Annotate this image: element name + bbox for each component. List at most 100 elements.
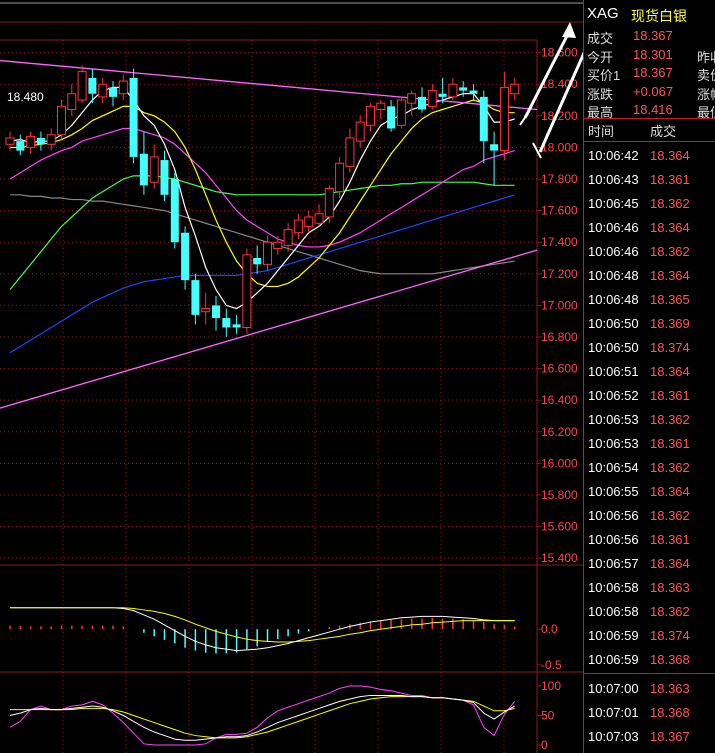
tick-price: 18.374 — [650, 340, 690, 355]
tick-row[interactable]: 10:06:48 18.364 — [584, 268, 715, 292]
tick-time-header: 时间 — [588, 124, 615, 139]
axis-tick-label: 16.200 — [541, 425, 578, 439]
tick-row[interactable]: 10:06:57 18.364 — [584, 556, 715, 580]
axis-tick-label: 17.400 — [541, 235, 578, 249]
quote-row: 买价1 18.367 卖价 — [584, 65, 715, 83]
tick-time: 10:06:50 — [588, 340, 639, 355]
quote-label: 今开 — [587, 49, 614, 65]
symbol-name[interactable]: 现货白银 — [631, 6, 687, 26]
candle-body-down — [109, 87, 117, 97]
candle-body-up — [366, 105, 375, 126]
candle-body-down — [36, 137, 45, 145]
axis-tick-label: 18.000 — [541, 140, 578, 154]
tick-row[interactable]: 10:06:46 18.364 — [584, 220, 715, 244]
candle-body-down — [212, 305, 220, 319]
candle-body-up — [396, 99, 406, 126]
tick-row[interactable]: 10:06:58 18.362 — [584, 604, 715, 628]
macd-dea-line — [10, 607, 515, 643]
price-marker-label: 18.480 — [7, 90, 44, 104]
candle-body-up — [510, 83, 520, 95]
ma5-line — [9, 86, 515, 310]
quote-extra-label: 昨收 — [697, 49, 715, 65]
candle-body-up — [448, 83, 458, 98]
candle-body-up — [376, 102, 386, 111]
macd-axis-label: 0.0 — [541, 622, 558, 636]
candle-body-up — [26, 135, 36, 148]
quote-label: 成交 — [587, 31, 614, 46]
tick-row[interactable]: 10:06:55 18.364 — [584, 484, 715, 508]
tick-price: 18.361 — [650, 436, 690, 451]
symbol-code[interactable]: XAG — [587, 5, 619, 22]
tick-row[interactable]: 10:07:01 18.368 — [584, 705, 715, 729]
kdj-axis-label: 0 — [541, 738, 548, 752]
arrow-up-icon — [562, 22, 576, 38]
candle-body-down — [232, 324, 241, 328]
tick-price: 18.361 — [650, 388, 690, 403]
candle-body-up — [67, 93, 77, 111]
chart-grid — [0, 40, 537, 753]
tick-price: 18.363 — [650, 681, 690, 696]
tick-price: 18.363 — [650, 580, 690, 595]
tick-row[interactable]: 10:06:51 18.364 — [584, 364, 715, 388]
tick-row[interactable]: 10:07:03 18.367 — [584, 729, 715, 753]
candle-body-up — [57, 105, 66, 136]
ma60-line — [9, 194, 515, 354]
candle-body-down — [490, 144, 499, 151]
macd-panel: 0.0 -0.5 — [9, 607, 562, 672]
tick-row[interactable]: 10:06:59 18.374 — [584, 628, 715, 652]
candle-body-down — [469, 90, 478, 94]
tick-row[interactable]: 10:06:50 18.374 — [584, 340, 715, 364]
tick-row[interactable]: 10:06:48 18.365 — [584, 292, 715, 316]
tick-row[interactable]: 10:06:53 18.362 — [584, 412, 715, 436]
tick-row[interactable]: 10:06:56 18.362 — [584, 508, 715, 532]
tick-row[interactable]: 10:06:45 18.362 — [584, 196, 715, 220]
tick-price-header: 成交 — [650, 124, 677, 139]
tick-row[interactable]: 10:06:58 18.363 — [584, 580, 715, 604]
tick-price: 18.364 — [650, 556, 690, 571]
candle-body-down — [459, 87, 468, 91]
tick-row[interactable]: 10:06:50 18.369 — [584, 316, 715, 340]
candle-body-down — [129, 77, 138, 157]
tick-row[interactable]: 10:06:52 18.361 — [584, 388, 715, 412]
quote-label: 买价1 — [587, 68, 621, 83]
candle-body-up — [345, 137, 355, 167]
axis-tick-label: 17.200 — [541, 267, 578, 281]
tick-price: 18.362 — [650, 196, 690, 211]
tick-price: 18.361 — [650, 532, 690, 547]
tick-time: 10:06:59 — [588, 628, 639, 643]
tick-price: 18.374 — [650, 628, 690, 643]
tick-row[interactable]: 10:06:54 18.362 — [584, 460, 715, 484]
tick-time: 10:06:53 — [588, 412, 639, 427]
tick-row[interactable]: 10:06:46 18.362 — [584, 244, 715, 268]
tick-time: 10:06:46 — [588, 244, 639, 259]
tick-time: 10:06:43 — [588, 172, 639, 187]
candle-body-down — [418, 96, 426, 110]
kdj-j-line — [9, 685, 516, 746]
candlesticks — [5, 65, 520, 337]
tick-row[interactable]: 10:06:53 18.361 — [584, 436, 715, 460]
trend-lines — [0, 59, 538, 409]
candle-body-down — [191, 280, 200, 315]
ma120-line — [10, 194, 515, 275]
candle-body-up — [304, 216, 314, 227]
candle-body-up — [283, 229, 293, 246]
quote-row: 成交 18.367 — [584, 28, 715, 46]
tick-time: 10:06:45 — [588, 196, 639, 211]
tick-row[interactable]: 10:07:00 18.363 — [584, 681, 715, 705]
quote-value: 18.367 — [633, 65, 673, 80]
tick-row[interactable]: 10:06:56 18.361 — [584, 532, 715, 556]
candle-body-down — [438, 93, 447, 97]
price-chart[interactable]: 0.0-0.5 100500 18.60018.40018.20018.0001… — [0, 0, 584, 753]
candle-body-down — [88, 77, 97, 94]
tick-row[interactable]: 10:06:42 18.364 — [584, 148, 715, 172]
candle-body-up — [355, 121, 365, 142]
tick-time: 10:06:56 — [588, 508, 639, 523]
quote-value: +0.067 — [633, 83, 674, 99]
tick-price: 18.362 — [650, 604, 690, 619]
candle-body-down — [253, 258, 262, 265]
candle-body-down — [160, 160, 169, 195]
kdj-d-line — [10, 696, 515, 739]
candle-body-up — [77, 71, 87, 101]
candle-body-up — [118, 80, 128, 95]
tick-row[interactable]: 10:06:43 18.361 — [584, 172, 715, 196]
